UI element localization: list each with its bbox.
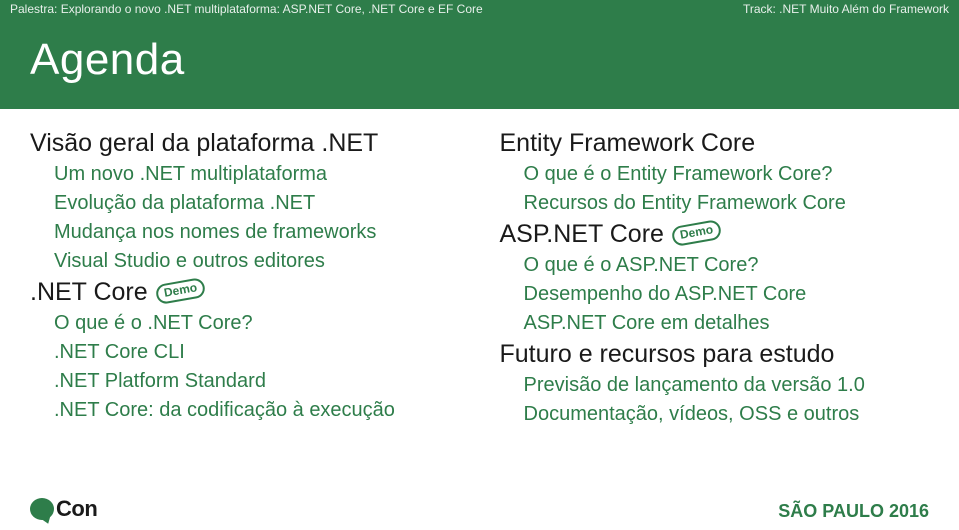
section-label: ASP.NET Core — [500, 220, 664, 249]
section-overview: Visão geral da plataforma .NET — [30, 129, 460, 158]
section-aspnetcore: ASP.NET Core Demo — [500, 220, 930, 249]
list-item: O que é o ASP.NET Core? — [524, 251, 930, 280]
qcon-logo: Con — [30, 496, 97, 522]
demo-badge-icon: Demo — [154, 276, 206, 304]
list-item: Evolução da plataforma .NET — [54, 189, 460, 218]
qcon-bubble-icon — [30, 498, 54, 520]
list-item: Recursos do Entity Framework Core — [524, 189, 930, 218]
talk-title: Palestra: Explorando o novo .NET multipl… — [10, 2, 483, 16]
section-label: Futuro e recursos para estudo — [500, 340, 835, 369]
list-item: ASP.NET Core em detalhes — [524, 309, 930, 338]
list-item: .NET Platform Standard — [54, 367, 460, 396]
list-item: Mudança nos nomes de frameworks — [54, 218, 460, 247]
slide-title: Agenda — [30, 35, 929, 85]
right-column: Entity Framework Core O que é o Entity F… — [500, 127, 930, 429]
list-item: O que é o .NET Core? — [54, 309, 460, 338]
section-efcore: Entity Framework Core — [500, 129, 930, 158]
list-item: .NET Core CLI — [54, 338, 460, 367]
content-area: Visão geral da plataforma .NET Um novo .… — [0, 109, 959, 429]
demo-badge-icon: Demo — [671, 218, 723, 246]
list-item: .NET Core: da codificação à execução — [54, 396, 460, 425]
footer-location: SÃO PAULO 2016 — [778, 501, 929, 522]
section-label: Entity Framework Core — [500, 129, 756, 158]
list-item: O que é o Entity Framework Core? — [524, 160, 930, 189]
list-item: Documentação, vídeos, OSS e outros — [524, 400, 930, 429]
list-item: Previsão de lançamento da versão 1.0 — [524, 371, 930, 400]
section-label: .NET Core — [30, 278, 148, 307]
track-title: Track: .NET Muito Além do Framework — [743, 2, 949, 16]
qcon-logo-text: Con — [56, 496, 97, 522]
list-item: Um novo .NET multiplataforma — [54, 160, 460, 189]
list-item: Visual Studio e outros editores — [54, 247, 460, 276]
title-band: Agenda — [0, 17, 959, 109]
footer: Con SÃO PAULO 2016 — [0, 496, 959, 522]
section-label: Visão geral da plataforma .NET — [30, 129, 378, 158]
header-bar: Palestra: Explorando o novo .NET multipl… — [0, 0, 959, 17]
section-netcore: .NET Core Demo — [30, 278, 460, 307]
left-column: Visão geral da plataforma .NET Um novo .… — [30, 127, 460, 429]
list-item: Desempenho do ASP.NET Core — [524, 280, 930, 309]
section-future: Futuro e recursos para estudo — [500, 340, 930, 369]
